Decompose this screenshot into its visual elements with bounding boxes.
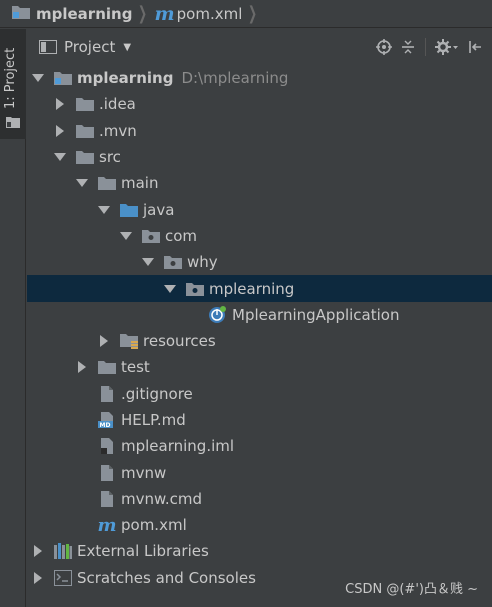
tree-node-label: main (121, 174, 159, 193)
tree-node-file[interactable]: mplearning.iml (27, 433, 492, 459)
expanded-arrow-icon[interactable] (98, 204, 110, 216)
collapsed-arrow-icon[interactable] (32, 571, 44, 584)
resources-folder-icon (120, 333, 138, 350)
expanded-arrow-icon[interactable] (54, 151, 66, 163)
project-folder-icon (12, 5, 30, 23)
toolbar-divider (425, 38, 426, 56)
tree-node-label: mplearning (77, 69, 174, 88)
expanded-arrow-icon[interactable] (164, 283, 176, 295)
tree-node-label: mvnw.cmd (121, 489, 203, 508)
package-icon (164, 254, 182, 270)
tree-node-class[interactable]: MplearningApplication (27, 302, 492, 328)
tree-node-label: Scratches and Consoles (77, 568, 256, 587)
collapsed-arrow-icon[interactable] (98, 335, 110, 348)
tree-node-package[interactable]: why (27, 249, 492, 275)
maven-icon: m (154, 2, 175, 25)
tree-node-file[interactable]: mvnw.cmd (27, 486, 492, 512)
module-file-icon (98, 438, 116, 455)
collapsed-arrow-icon[interactable] (54, 98, 66, 111)
breadcrumb-project-label: mplearning (36, 4, 133, 23)
project-tree: mplearning D:\mplearning .idea .mvn src … (27, 65, 492, 591)
collapsed-arrow-icon[interactable] (54, 124, 66, 137)
package-icon (186, 281, 204, 297)
collapse-all-icon[interactable] (399, 38, 417, 56)
panel-title[interactable]: Project (64, 38, 115, 56)
expanded-arrow-icon[interactable] (32, 72, 44, 84)
tree-node-label: .gitignore (121, 384, 193, 403)
tree-node-external-libraries[interactable]: External Libraries (27, 538, 492, 564)
tree-node-label: .mvn (99, 121, 137, 140)
tree-node-folder[interactable]: test (27, 354, 492, 380)
project-view-icon (39, 39, 57, 55)
svg-text:MD: MD (100, 422, 111, 428)
tree-node-folder[interactable]: .idea (27, 91, 492, 117)
panel-toolbar (375, 29, 484, 65)
folder-icon (76, 149, 94, 165)
spring-boot-class-icon (208, 305, 226, 323)
markdown-file-icon: MD (98, 412, 116, 428)
project-tool-tab[interactable]: 1: Project (0, 29, 26, 139)
watermark-text: CSDN @(#')凸＆贱 ~ (345, 582, 478, 597)
breadcrumb-file[interactable]: m pom.xml (155, 0, 243, 28)
tree-node-folder[interactable]: .mvn (27, 118, 492, 144)
navigation-bar: mplearning ❯ m pom.xml ❯ (0, 0, 492, 28)
left-tool-strip: 1: Project (0, 29, 26, 607)
text-file-icon (98, 385, 116, 402)
tree-node-label: HELP.md (121, 411, 186, 429)
expanded-arrow-icon[interactable] (120, 230, 132, 242)
scratches-icon (54, 569, 72, 586)
breadcrumb-project[interactable]: mplearning (12, 0, 132, 28)
tree-node-label: com (165, 226, 198, 245)
tree-node-label: MplearningApplication (232, 305, 400, 324)
tree-node-label: java (143, 200, 175, 219)
maven-icon: m (97, 514, 117, 536)
tree-node-file[interactable]: m pom.xml (27, 512, 492, 538)
collapsed-arrow-icon[interactable] (76, 361, 88, 374)
tree-node-path: D:\mplearning (181, 69, 289, 88)
libraries-icon (54, 543, 72, 560)
tree-node-package[interactable]: com (27, 223, 492, 249)
package-icon (142, 228, 160, 244)
tree-node-package-selected[interactable]: mplearning (27, 275, 492, 302)
project-panel-header: Project ▼ (27, 29, 492, 65)
expanded-arrow-icon[interactable] (142, 256, 154, 268)
project-tool-tab-label: 1: Project (3, 47, 18, 109)
tree-node-label: External Libraries (77, 542, 209, 561)
tree-node-label: mplearning.iml (121, 437, 235, 456)
text-file-icon (98, 490, 116, 507)
dropdown-arrow-icon[interactable]: ▼ (123, 42, 131, 53)
tree-node-file[interactable]: MD HELP.md (27, 407, 492, 433)
tree-node-root[interactable]: mplearning D:\mplearning (27, 65, 492, 91)
tree-node-folder[interactable]: java (27, 196, 492, 222)
folder-icon (98, 175, 116, 191)
tree-node-file[interactable]: mvnw (27, 459, 492, 485)
breadcrumb-file-label: pom.xml (176, 4, 243, 23)
tree-node-label: .idea (99, 95, 136, 114)
chevron-right-icon: ❯ (248, 3, 258, 24)
collapsed-arrow-icon[interactable] (32, 545, 44, 558)
folder-icon (98, 359, 116, 375)
project-folder-icon (6, 114, 20, 128)
tree-node-label: mplearning (209, 279, 295, 298)
gear-icon[interactable] (434, 38, 460, 56)
source-folder-icon (120, 202, 138, 218)
tree-node-folder[interactable]: resources (27, 328, 492, 354)
tree-node-file[interactable]: .gitignore (27, 381, 492, 407)
text-file-icon (98, 464, 116, 481)
tree-node-label: src (99, 148, 121, 167)
hide-icon[interactable] (466, 38, 484, 56)
folder-icon (76, 96, 94, 112)
tree-node-label: resources (143, 332, 216, 351)
tree-node-folder[interactable]: main (27, 170, 492, 196)
tree-node-label: mvnw (121, 463, 167, 482)
expanded-arrow-icon[interactable] (76, 177, 88, 189)
folder-icon (76, 123, 94, 139)
tree-node-label: test (121, 358, 150, 377)
tree-node-folder[interactable]: src (27, 144, 492, 170)
chevron-right-icon: ❯ (138, 3, 148, 24)
tree-node-label: why (187, 253, 218, 272)
module-folder-icon (54, 70, 72, 86)
locate-icon[interactable] (375, 38, 393, 56)
tree-node-label: pom.xml (121, 516, 187, 535)
